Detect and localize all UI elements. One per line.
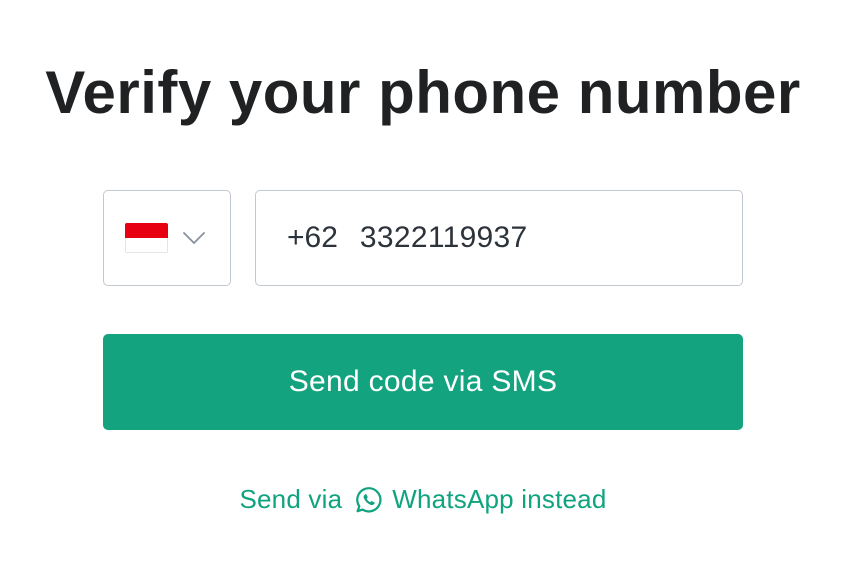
send-via-whatsapp-link[interactable]: Send via WhatsApp instead xyxy=(0,484,846,515)
indonesia-flag-icon xyxy=(125,223,168,253)
dial-code: +62 xyxy=(287,221,338,254)
whatsapp-icon xyxy=(354,485,384,515)
phone-number-field[interactable]: +62 xyxy=(255,190,743,286)
country-select[interactable] xyxy=(103,190,231,286)
page-title: Verify your phone number xyxy=(45,59,801,126)
phone-number-input[interactable] xyxy=(359,221,690,255)
send-code-sms-button[interactable]: Send code via SMS xyxy=(103,334,743,430)
whatsapp-link-suffix: WhatsApp instead xyxy=(392,484,607,514)
whatsapp-link-prefix: Send via xyxy=(239,484,343,514)
chevron-down-icon xyxy=(181,225,207,251)
